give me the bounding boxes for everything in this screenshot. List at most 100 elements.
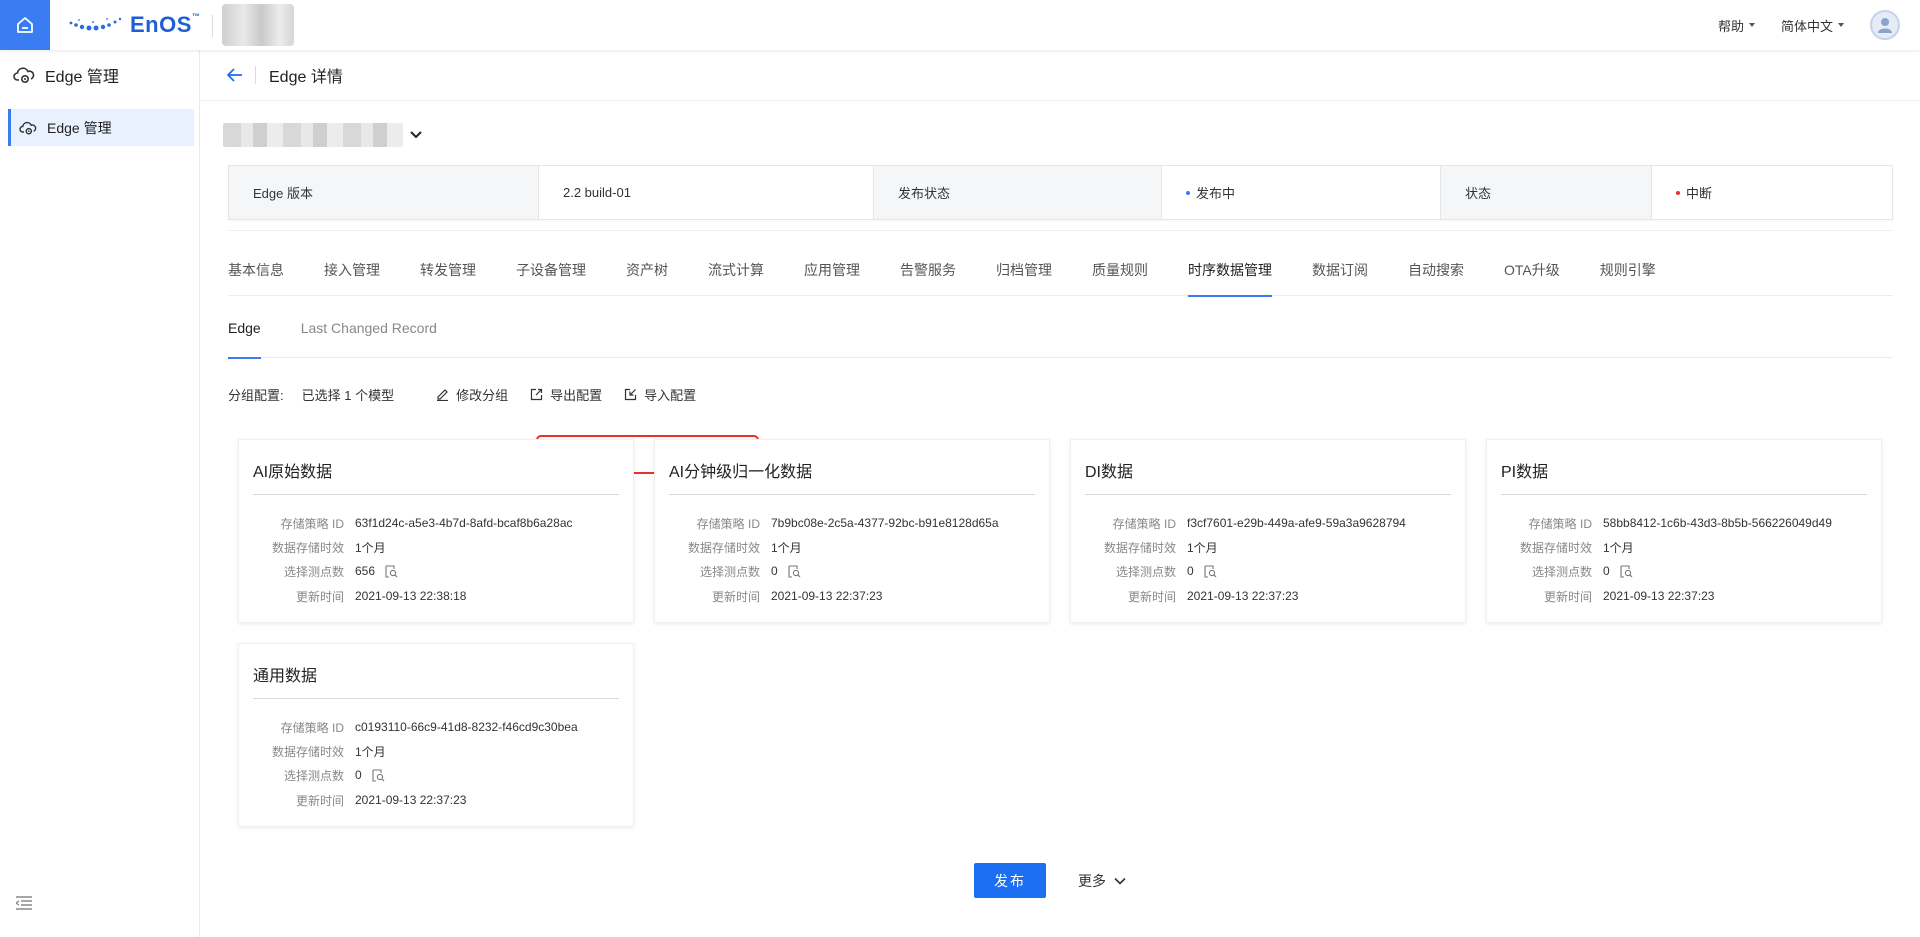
card-key: 存储策略 ID [1112,516,1176,531]
sidebar-item-edge-management[interactable]: Edge 管理 [8,109,194,146]
tab-subdevices[interactable]: 子设备管理 [516,260,586,296]
view-points-button[interactable] [385,564,398,578]
storage-card[interactable]: AI分钟级归一化数据 存储策略 ID 7b9bc08e-2c5a-4377-92b… [654,439,1050,623]
card-divider [1501,494,1867,495]
card-value: 63f1d24c-a5e3-4b7d-8afd-bcaf8b6a28ac [355,516,573,530]
device-selector[interactable] [409,127,423,145]
language-menu[interactable]: 简体中文 [1781,16,1844,35]
caret-down-icon [1838,23,1844,27]
view-points-button[interactable] [372,768,385,782]
tab-stream-computing[interactable]: 流式计算 [708,260,764,296]
tab-subscription[interactable]: 数据订阅 [1312,260,1368,296]
export-config-label: 导出配置 [550,387,603,403]
export-config-button[interactable]: 导出配置 [530,385,602,404]
storage-card[interactable]: 通用数据 存储策略 ID c0193110-66c9-41d8-8232-f46c… [238,643,634,827]
view-points-button[interactable] [1204,564,1217,578]
version-label: Edge 版本 [229,166,539,219]
tab-access[interactable]: 接入管理 [324,260,380,296]
card-value: 1个月 [355,540,386,555]
card-title: 通用数据 [253,668,318,685]
card-row: 更新时间 2021-09-13 22:38:18 [239,586,466,606]
storage-card[interactable]: PI数据 存储策略 ID 58bb8412-1c6b-43d3-8b5b-5662… [1486,439,1882,623]
subtab-edge[interactable]: Edge [228,320,261,359]
card-row: 数据存储时效 1个月 [239,537,386,557]
storage-card[interactable]: DI数据 存储策略 ID f3cf7601-e29b-449a-afe9-59a3… [1070,439,1466,623]
card-divider [253,698,619,699]
card-value: 1个月 [1187,540,1218,555]
tab-timeseries[interactable]: 时序数据管理 [1188,260,1272,297]
app-switcher-blurred[interactable] [222,4,294,46]
collapse-sidebar-button[interactable] [14,896,32,915]
card-title: AI分钟级归一化数据 [669,464,813,481]
user-icon [1878,18,1892,33]
card-key: 选择测点数 [283,768,344,783]
import-config-button[interactable]: 导入配置 [624,385,696,404]
home-button[interactable] [0,0,50,50]
tab-auto-search[interactable]: 自动搜索 [1408,260,1464,296]
tab-app-management[interactable]: 应用管理 [804,260,860,296]
help-menu[interactable]: 帮助 [1718,16,1755,35]
more-label: 更多 [1078,872,1106,889]
points-count: 0 [355,768,362,782]
card-value: 0 [355,768,385,782]
tab-asset-tree[interactable]: 资产树 [626,260,668,296]
card-value: 2021-09-13 22:37:23 [355,793,467,807]
edit-group-button[interactable]: 修改分组 [436,385,508,404]
publish-status-label: 发布状态 [874,166,1162,219]
card-row: 数据存储时效 1个月 [1071,537,1218,557]
card-value: 1个月 [355,744,386,759]
card-key: 更新时间 [711,589,760,604]
status-value: 中断 [1652,166,1892,219]
chevron-down-icon [410,131,422,139]
tab-forwarding[interactable]: 转发管理 [420,260,476,296]
tab-rule-engine[interactable]: 规则引擎 [1600,260,1656,296]
card-value: 58bb8412-1c6b-43d3-8b5b-566226049d49 [1603,516,1832,530]
card-key: 数据存储时效 [271,744,344,759]
more-dropdown[interactable]: 更多 [1078,871,1126,891]
import-config-label: 导入配置 [644,387,697,403]
card-value: 656 [355,564,398,578]
search-icon [788,564,801,578]
group-config-label: 分组配置: [228,387,284,403]
menu-collapse-icon [14,896,32,910]
sidebar-title: Edge 管理 [45,69,119,86]
search-icon [1620,564,1633,578]
status-label: 状态 [1441,166,1652,219]
tab-archive[interactable]: 归档管理 [996,260,1052,296]
points-count: 0 [771,564,778,578]
tab-quality-rules[interactable]: 质量规则 [1092,260,1148,296]
search-icon [1204,564,1217,578]
card-key: 存储策略 ID [1528,516,1592,531]
publish-status-value: 发布中 [1162,166,1441,219]
card-row: 更新时间 2021-09-13 22:37:23 [655,586,882,606]
chevron-down-icon [1114,877,1126,885]
storage-card[interactable]: AI原始数据 存储策略 ID 63f1d24c-a5e3-4b7d-8afd-bc… [238,439,634,623]
group-config-row: 分组配置: 已选择 1 个模型 修改分组 导出配置 导入配置 [228,384,696,404]
subtab-last-changed-record[interactable]: Last Changed Record [301,320,437,358]
user-avatar[interactable] [1870,10,1900,40]
tab-alarm-service[interactable]: 告警服务 [900,260,956,296]
back-button[interactable] [227,68,243,82]
view-points-button[interactable] [1620,564,1633,578]
card-row: 存储策略 ID 63f1d24c-a5e3-4b7d-8afd-bcaf8b6a2… [239,513,573,533]
card-row: 更新时间 2021-09-13 22:37:23 [239,790,466,810]
enos-logo[interactable]: EnOS™ [68,11,200,39]
sidebar-item-label: Edge 管理 [47,119,112,136]
divider [228,230,1893,231]
card-value: 2021-09-13 22:38:18 [355,589,467,603]
points-count: 0 [1603,564,1610,578]
card-key: 存储策略 ID [696,516,760,531]
publish-button[interactable]: 发布 [974,863,1046,898]
export-icon [531,388,543,400]
sidebar-header: Edge 管理 [0,50,199,100]
card-key: 存储策略 ID [280,516,344,531]
tab-basic-info[interactable]: 基本信息 [228,260,284,296]
card-value: f3cf7601-e29b-449a-afe9-59a3a9628794 [1187,516,1406,530]
card-row: 选择测点数 0 [239,765,385,785]
page-title: Edge 详情 [269,69,343,86]
tab-ota[interactable]: OTA升级 [1504,260,1560,296]
view-points-button[interactable] [788,564,801,578]
card-value: 1个月 [1603,540,1634,555]
card-row: 选择测点数 656 [239,561,398,581]
device-name-blurred [223,123,403,147]
